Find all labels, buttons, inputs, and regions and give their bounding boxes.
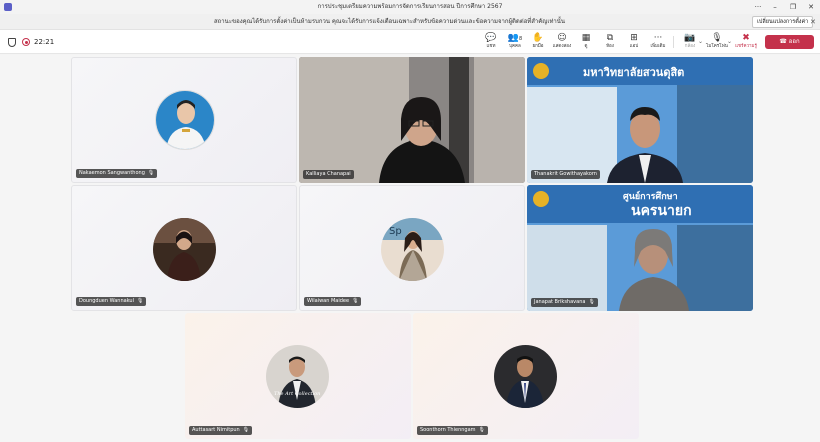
leave-button[interactable]: ☎ ออก [765, 35, 814, 49]
apps-button[interactable]: ⊞ แอป [622, 32, 646, 52]
hand-icon: ✋ [532, 33, 544, 43]
teams-meeting-window: การประชุมเตรียมความพร้อมการจัดการเรียนกา… [0, 0, 820, 442]
share-button[interactable]: ✖ แชร์ความรู้ [734, 32, 758, 52]
people-label: บุคคล [509, 44, 521, 49]
avatar: Sp [381, 218, 444, 281]
more-button[interactable]: ··· เพิ่มเติม [646, 32, 670, 52]
leave-label: ออก [788, 38, 800, 45]
participant-name: Kalliaya Chanapai [303, 170, 354, 179]
avatar [155, 90, 215, 150]
change-settings-button[interactable]: เปลี่ยนแปลงการตั้งค่า [752, 16, 814, 28]
participant-tile[interactable]: ศูนย์การศึกษา นครนายก Janapat Brikshavan… [527, 185, 753, 311]
view-label: ดู [584, 44, 588, 49]
avatar [153, 218, 216, 281]
microphone-icon: 🎙 [588, 299, 595, 305]
react-label: แสดงสอง [552, 44, 572, 49]
people-icon: 👥8 [507, 33, 523, 43]
more-options-icon[interactable]: ··· [749, 0, 767, 14]
participant-tile[interactable]: The Art Collection Auttasart Nimitpun 🎙 [185, 313, 411, 439]
microphone-icon: 🎙 [711, 33, 723, 43]
grid-icon: ▦ [581, 33, 591, 43]
chat-button[interactable]: 💬 แชท [479, 32, 503, 52]
apps-label: แอป [629, 44, 639, 49]
meeting-toolbar: 22:21 💬 แชท 👥8 บุคคล ✋ ยกมือ ☺ แสดงสอง ▦… [0, 30, 820, 54]
participant-tile[interactable]: Sp Wilaiwan Maidee 🎙 [299, 185, 525, 311]
video-banner-text: นครนายก [631, 203, 692, 219]
mic-button[interactable]: 🎙 ไมโครโฟน [705, 32, 729, 52]
participant-name: Janapat Brikshavana 🎙 [531, 298, 598, 307]
participant-tile[interactable]: Nakaemon Sangwanthong 🎙 [71, 57, 297, 183]
rooms-button[interactable]: ⧉ ห้อง [598, 32, 622, 52]
more-label: เพิ่มเติม [650, 44, 666, 49]
recording-icon [22, 38, 30, 46]
phone-hangup-icon: ☎ [779, 38, 789, 45]
participant-name: Nakaemon Sangwanthong 🎙 [76, 169, 158, 178]
avatar: The Art Collection [266, 345, 329, 408]
participant-tile[interactable]: Kalliaya Chanapai [299, 57, 525, 183]
people-count-badge: 8 [519, 36, 523, 42]
microphone-icon: 🎙 [137, 298, 144, 304]
mic-label: ไมโครโฟน [706, 44, 728, 49]
ellipsis-icon: ··· [653, 33, 663, 43]
microphone-icon: 🎙 [478, 427, 485, 433]
microphone-icon: 🎙 [352, 298, 359, 304]
people-button[interactable]: 👥8 บุคคล [503, 32, 527, 52]
participant-tile[interactable]: Soonthorn Thienngam 🎙 [413, 313, 639, 439]
meeting-timer: 22:21 [34, 38, 55, 46]
mic-chevron-down-icon[interactable]: ⌄ [727, 38, 732, 45]
participant-name: Thanakrit Gowithayakorn [531, 170, 600, 179]
window-title: การประชุมเตรียมความพร้อมการจัดการเรียนกา… [317, 3, 503, 10]
chat-label: แชท [486, 44, 496, 49]
microphone-icon: 🎙 [242, 427, 250, 433]
react-button[interactable]: ☺ แสดงสอง [550, 32, 574, 52]
toolbar-divider [673, 36, 674, 48]
view-button[interactable]: ▦ ดู [574, 32, 598, 52]
participant-name: Doungduen Wannakul 🎙 [76, 297, 147, 306]
close-window-icon[interactable]: ✕ [802, 0, 820, 14]
chat-icon: 💬 [485, 33, 497, 43]
raise-hand-label: ยกมือ [532, 44, 544, 49]
participant-name: Wilaiwan Maidee 🎙 [304, 297, 362, 306]
minimize-icon[interactable]: – [766, 0, 784, 14]
rooms-label: ห้อง [606, 44, 614, 49]
participant-name: Auttasart Nimitpun 🎙 [189, 426, 253, 435]
share-label: แชร์ความรู้ [735, 44, 757, 49]
avatar [494, 345, 557, 408]
svg-text:The Art Collection: The Art Collection [274, 391, 320, 397]
camera-chevron-down-icon[interactable]: ⌄ [698, 38, 703, 45]
share-stop-icon: ✖ [742, 33, 750, 43]
close-banner-icon[interactable]: ✕ [810, 14, 816, 30]
svg-text:Sp: Sp [389, 226, 402, 237]
participant-tile[interactable]: มหาวิทยาลัยสวนดุสิต Thanakrit Gowithayak… [527, 57, 753, 183]
participant-name: Soonthorn Thienngam 🎙 [417, 426, 488, 435]
participant-tile[interactable]: Doungduen Wannakul 🎙 [71, 185, 297, 311]
video-stage: Nakaemon Sangwanthong 🎙 Kalliaya Chanapai [0, 55, 820, 442]
status-banner: สถานะของคุณได้รับการตั้งค่าเป็นห้ามรบกวน… [0, 14, 820, 30]
title-bar: การประชุมเตรียมความพร้อมการจัดการเรียนกา… [0, 0, 820, 14]
banner-message: สถานะของคุณได้รับการตั้งค่าเป็นห้ามรบกวน… [214, 18, 565, 25]
participant-video [299, 57, 525, 183]
video-banner-text: มหาวิทยาลัยสวนดุสิต [583, 66, 685, 79]
shield-icon[interactable] [8, 38, 16, 47]
smiley-icon: ☺ [557, 33, 567, 43]
maximize-icon[interactable]: ❐ [784, 0, 802, 14]
apps-icon: ⊞ [630, 33, 638, 43]
rooms-icon: ⧉ [606, 33, 614, 43]
microphone-icon: 🎙 [147, 170, 155, 176]
raise-hand-button[interactable]: ✋ ยกมือ [526, 32, 550, 52]
